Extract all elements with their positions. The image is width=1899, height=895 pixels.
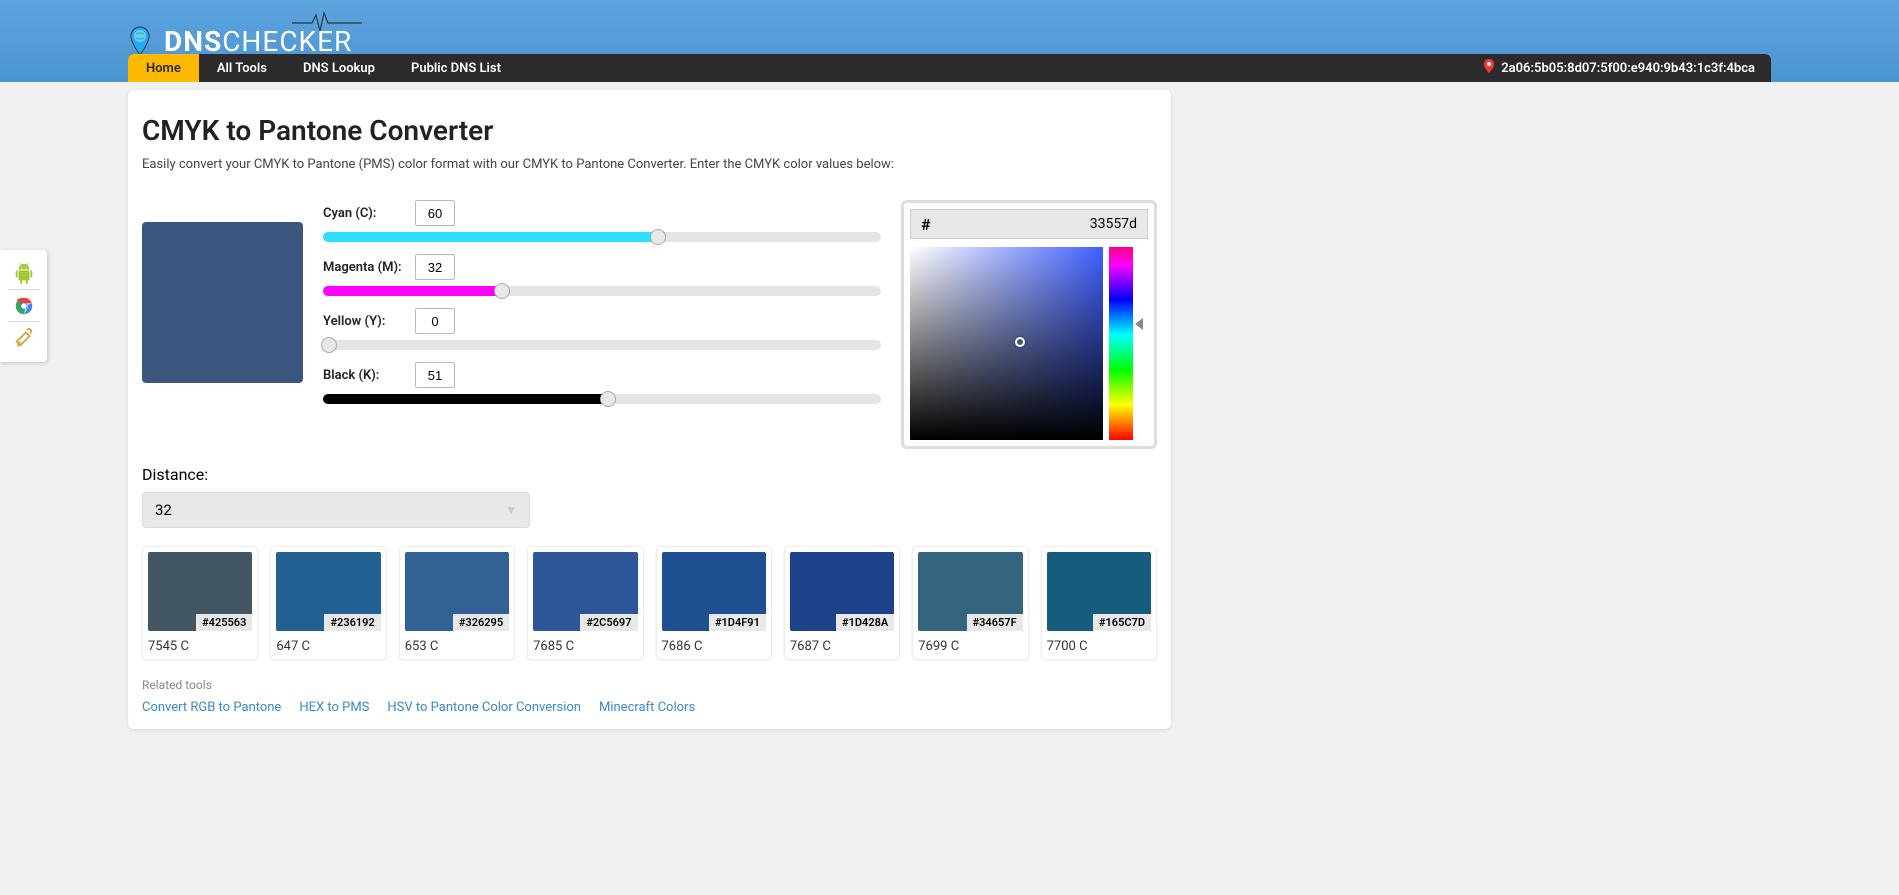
related-link[interactable]: Convert RGB to Pantone — [142, 700, 281, 715]
swatch-grid: #425563 7545 C #236192 647 C #326295 653… — [142, 546, 1157, 660]
swatch-card[interactable]: #165C7D 7700 C — [1041, 546, 1157, 660]
tools-icon[interactable] — [8, 322, 40, 354]
slider-label: Magenta (M): — [323, 260, 403, 275]
globe-pin-icon — [128, 25, 160, 57]
slider-value-input[interactable] — [415, 308, 455, 334]
distance-value: 32 — [155, 501, 172, 519]
page-title: CMYK to Pantone Converter — [142, 114, 1157, 147]
slider-cyanc: Cyan (C): — [323, 200, 881, 242]
slider-value-input[interactable] — [415, 254, 455, 280]
navbar: HomeAll ToolsDNS LookupPublic DNS List 2… — [128, 54, 1771, 82]
swatch-color: #34657F — [918, 552, 1022, 631]
slider-thumb[interactable] — [494, 283, 510, 299]
slider-thumb[interactable] — [600, 391, 616, 407]
swatch-color: #236192 — [276, 552, 380, 631]
nav-item-dns-lookup[interactable]: DNS Lookup — [285, 54, 393, 82]
slider-label: Yellow (Y): — [323, 314, 403, 329]
swatch-name: 7687 C — [790, 639, 894, 654]
swatch-card[interactable]: #236192 647 C — [270, 546, 386, 660]
logo[interactable]: DNSCHECKER — [128, 25, 352, 58]
swatch-hex: #425563 — [196, 614, 252, 631]
swatch-name: 7686 C — [662, 639, 766, 654]
swatch-name: 647 C — [276, 639, 380, 654]
hex-input-row[interactable]: # 33557d — [910, 209, 1148, 239]
swatch-card[interactable]: #1D428A 7687 C — [784, 546, 900, 660]
swatch-card[interactable]: #34657F 7699 C — [912, 546, 1028, 660]
swatch-hex: #165C7D — [1093, 614, 1151, 631]
slider-label: Cyan (C): — [323, 206, 403, 221]
color-picker-panel: # 33557d — [901, 200, 1157, 449]
hue-strip[interactable] — [1109, 247, 1133, 440]
nav-item-public-dns-list[interactable]: Public DNS List — [393, 54, 519, 82]
slider-value-input[interactable] — [415, 200, 455, 226]
swatch-name: 7700 C — [1047, 639, 1151, 654]
swatch-color: #425563 — [148, 552, 252, 631]
saturation-value-area[interactable] — [910, 247, 1103, 440]
hue-cursor[interactable] — [1135, 318, 1143, 330]
related-link[interactable]: HSV to Pantone Color Conversion — [387, 700, 581, 715]
swatch-name: 7699 C — [918, 639, 1022, 654]
slider-track[interactable] — [323, 232, 881, 242]
hex-hash-label: # — [911, 215, 941, 234]
related-link[interactable]: Minecraft Colors — [599, 700, 695, 715]
sv-cursor[interactable] — [1015, 337, 1025, 347]
page-subtitle: Easily convert your CMYK to Pantone (PMS… — [142, 157, 1157, 172]
slider-blackk: Black (K): — [323, 362, 881, 404]
swatch-color: #2C5697 — [533, 552, 637, 631]
swatch-color: #326295 — [405, 552, 509, 631]
chrome-icon[interactable] — [8, 290, 40, 322]
side-toolbar — [0, 250, 47, 362]
swatch-name: 7545 C — [148, 639, 252, 654]
nav-item-home[interactable]: Home — [128, 54, 199, 82]
related-tools-label: Related tools — [142, 678, 1157, 692]
related-link[interactable]: HEX to PMS — [299, 700, 369, 715]
swatch-hex: #1D428A — [836, 614, 894, 631]
related-links: Convert RGB to Pantone HEX to PMS HSV to P… — [142, 700, 1157, 715]
swatch-hex: #34657F — [967, 614, 1023, 631]
main-content: CMYK to Pantone Converter Easily convert… — [128, 90, 1171, 729]
swatch-color: #1D428A — [790, 552, 894, 631]
slider-label: Black (K): — [323, 368, 403, 383]
location-pin-icon — [1483, 59, 1495, 77]
nav-item-all-tools[interactable]: All Tools — [199, 54, 285, 82]
sliders-column: Cyan (C): Magenta (M): Yellow (Y): Black… — [323, 200, 881, 449]
swatch-card[interactable]: #2C5697 7685 C — [527, 546, 643, 660]
slider-value-input[interactable] — [415, 362, 455, 388]
swatch-name: 653 C — [405, 639, 509, 654]
slider-yellowy: Yellow (Y): — [323, 308, 881, 350]
swatch-card[interactable]: #425563 7545 C — [142, 546, 258, 660]
distance-select[interactable]: 32 ▼ — [142, 492, 530, 528]
ip-display[interactable]: 2a06:5b05:8d07:5f00:e940:9b43:1c3f:4bca — [1483, 54, 1771, 82]
swatch-hex: #1D4F91 — [709, 614, 766, 631]
swatch-card[interactable]: #326295 653 C — [399, 546, 515, 660]
slider-track[interactable] — [323, 394, 881, 404]
slider-track[interactable] — [323, 340, 881, 350]
heartbeat-icon — [292, 11, 362, 35]
slider-thumb[interactable] — [650, 229, 666, 245]
ip-address: 2a06:5b05:8d07:5f00:e940:9b43:1c3f:4bca — [1501, 61, 1755, 76]
swatch-name: 7685 C — [533, 639, 637, 654]
slider-magentam: Magenta (M): — [323, 254, 881, 296]
color-preview — [142, 222, 303, 383]
swatch-hex: #2C5697 — [580, 614, 637, 631]
slider-track[interactable] — [323, 286, 881, 296]
swatch-hex: #236192 — [324, 614, 380, 631]
swatch-color: #1D4F91 — [662, 552, 766, 631]
distance-label: Distance: — [142, 465, 1157, 484]
swatch-hex: #326295 — [453, 614, 509, 631]
slider-thumb[interactable] — [321, 337, 337, 353]
hex-value: 33557d — [941, 216, 1147, 232]
android-icon[interactable] — [8, 258, 40, 290]
chevron-down-icon: ▼ — [505, 503, 517, 517]
swatch-card[interactable]: #1D4F91 7686 C — [656, 546, 772, 660]
swatch-color: #165C7D — [1047, 552, 1151, 631]
